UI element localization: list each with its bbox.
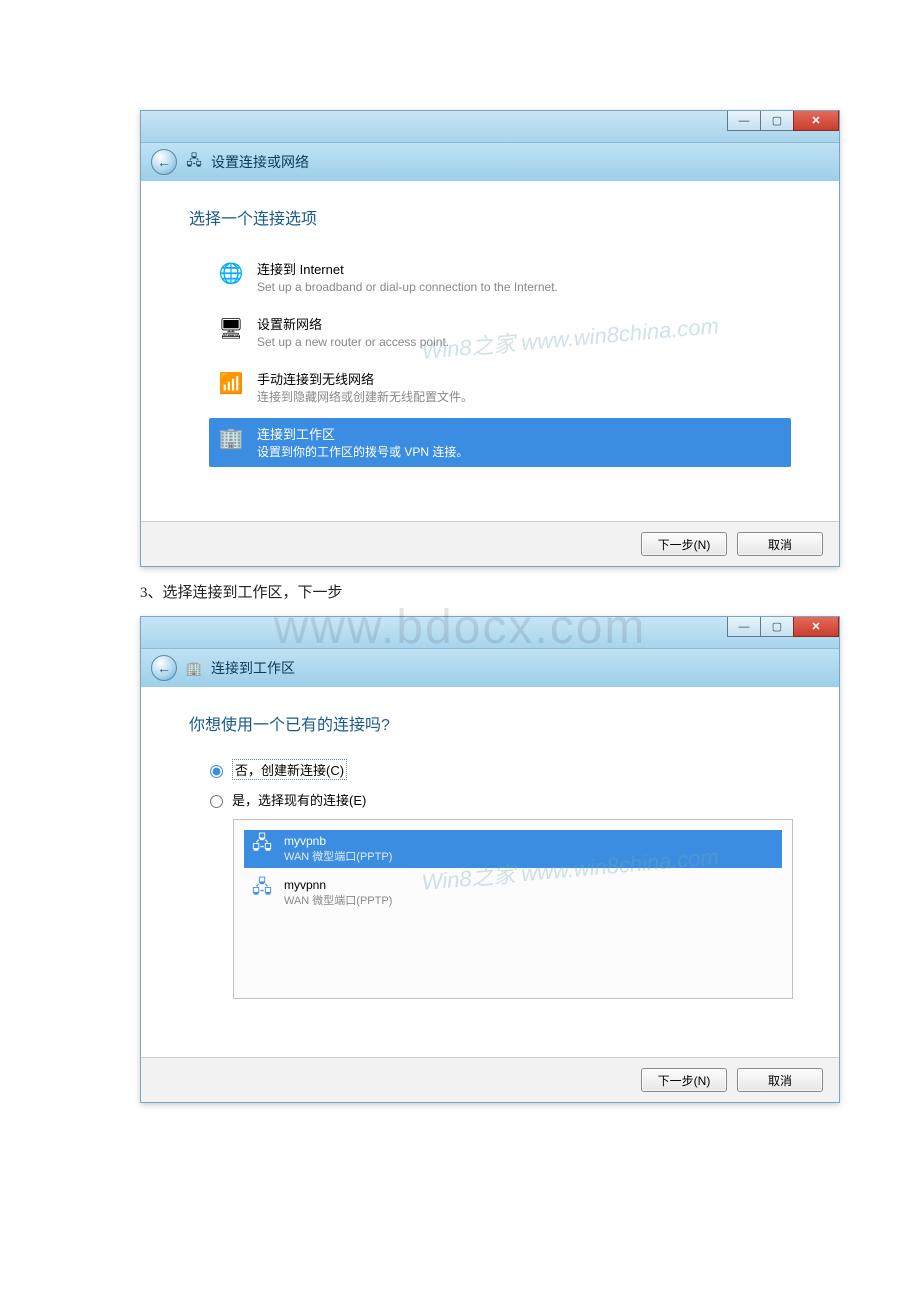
close-button[interactable]: ✕ (793, 111, 839, 131)
option-desc: Set up a new router or access point. (257, 333, 449, 351)
option-connect-workplace[interactable]: 🏢 连接到工作区 设置到你的工作区的拨号或 VPN 连接。 (209, 418, 791, 467)
cancel-button[interactable]: 取消 (737, 532, 823, 556)
option-desc: 连接到隐藏网络或创建新无线配置文件。 (257, 388, 473, 406)
connection-option-list: 🌐 连接到 Internet Set up a broadband or dia… (189, 253, 791, 467)
wizard-title: 设置连接或网络 (211, 152, 309, 172)
page-heading: 你想使用一个已有的连接吗? (189, 711, 791, 735)
close-button[interactable]: ✕ (793, 617, 839, 637)
connection-icon: 🖧 (250, 834, 274, 858)
titlebar: — ▢ ✕ (141, 111, 839, 143)
connection-item[interactable]: 🖧 myvpnb WAN 微型端口(PPTP) (244, 830, 782, 868)
minimize-button[interactable]: — (727, 111, 761, 131)
building-icon: 🏢 (185, 659, 203, 677)
option-setup-network[interactable]: 🖥 设置新网络 Set up a new router or access po… (209, 308, 791, 357)
page-heading: 选择一个连接选项 (189, 205, 791, 229)
back-button[interactable]: ← (151, 655, 177, 681)
option-desc: 设置到你的工作区的拨号或 VPN 连接。 (257, 443, 468, 461)
radio-label: 否，创建新连接(C) (232, 759, 347, 780)
radio-input-no[interactable] (210, 765, 223, 778)
back-button[interactable]: ← (151, 149, 177, 175)
option-title: 手动连接到无线网络 (257, 369, 473, 388)
connection-type: WAN 微型端口(PPTP) (284, 848, 392, 864)
existing-connections-list: 🖧 myvpnb WAN 微型端口(PPTP) 🖧 myvpnn WAN 微型端… (233, 819, 793, 999)
next-button[interactable]: 下一步(N) (641, 532, 727, 556)
connection-name: myvpnn (284, 878, 392, 892)
cancel-button[interactable]: 取消 (737, 1068, 823, 1092)
radio-label: 是，选择现有的连接(E) (232, 790, 366, 809)
step-instruction: 3、选择连接到工作区，下一步 (140, 581, 920, 602)
connection-name: myvpnb (284, 834, 392, 848)
window-setup-connection: Win8之家 www.win8china.com — ▢ ✕ ← 🖧 设置连接或… (140, 110, 840, 567)
minimize-button[interactable]: — (727, 617, 761, 637)
radio-yes-existing[interactable]: 是，选择现有的连接(E) (205, 790, 791, 809)
window-controls: — ▢ ✕ (728, 111, 839, 131)
wizard-title: 连接到工作区 (211, 658, 295, 678)
wizard-body: 你想使用一个已有的连接吗? 否，创建新连接(C) 是，选择现有的连接(E) 🖧 … (141, 687, 839, 1057)
wizard-footer: 下一步(N) 取消 (141, 1057, 839, 1102)
next-button[interactable]: 下一步(N) (641, 1068, 727, 1092)
radio-input-yes[interactable] (210, 795, 223, 808)
option-manual-wireless[interactable]: 📶 手动连接到无线网络 连接到隐藏网络或创建新无线配置文件。 (209, 363, 791, 412)
window-controls: — ▢ ✕ (728, 617, 839, 637)
globe-icon: 🌐 (217, 259, 245, 287)
option-title: 设置新网络 (257, 314, 449, 333)
wizard-navbar: ← 🖧 设置连接或网络 (141, 143, 839, 181)
connection-type: WAN 微型端口(PPTP) (284, 892, 392, 908)
maximize-button[interactable]: ▢ (760, 111, 794, 131)
wifi-icon: 📶 (217, 369, 245, 397)
window-connect-workplace: Win8之家 www.win8china.com — ▢ ✕ ← 🏢 连接到工作… (140, 616, 840, 1103)
radio-no-create-new[interactable]: 否，创建新连接(C) (205, 759, 791, 780)
option-desc: Set up a broadband or dial-up connection… (257, 278, 558, 296)
option-title: 连接到工作区 (257, 424, 468, 443)
router-icon: 🖥 (217, 314, 245, 342)
maximize-button[interactable]: ▢ (760, 617, 794, 637)
option-title: 连接到 Internet (257, 259, 558, 278)
workplace-icon: 🏢 (217, 424, 245, 452)
option-connect-internet[interactable]: 🌐 连接到 Internet Set up a broadband or dia… (209, 253, 791, 302)
titlebar: — ▢ ✕ (141, 617, 839, 649)
wizard-navbar: ← 🏢 连接到工作区 (141, 649, 839, 687)
connection-icon: 🖧 (250, 878, 274, 902)
wizard-body: 选择一个连接选项 🌐 连接到 Internet Set up a broadba… (141, 181, 839, 521)
wizard-footer: 下一步(N) 取消 (141, 521, 839, 566)
connection-item[interactable]: 🖧 myvpnn WAN 微型端口(PPTP) (244, 874, 782, 912)
network-icon: 🖧 (185, 153, 203, 171)
